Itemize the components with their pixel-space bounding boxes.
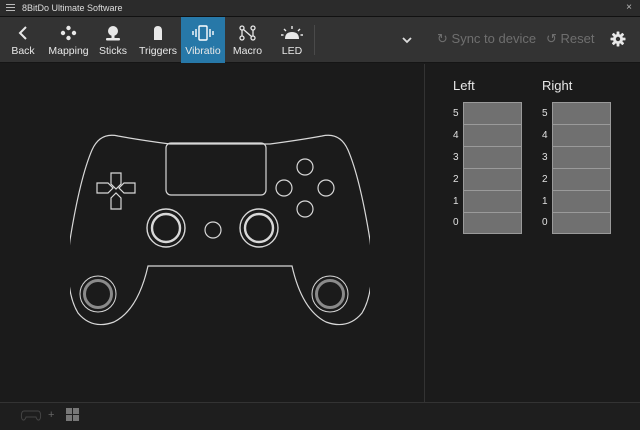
- slider-step: [464, 168, 521, 169]
- home-button: [204, 221, 222, 239]
- right-level-5: 5: [542, 108, 548, 119]
- left-level-1: 1: [453, 196, 459, 207]
- right-level-2: 2: [542, 174, 548, 185]
- slider-step: [553, 168, 610, 169]
- left-level-0: 0: [453, 217, 459, 228]
- slider-step: [464, 190, 521, 191]
- sync-to-device-button[interactable]: ↻ Sync to device: [437, 31, 536, 47]
- tab-triggers-label: Triggers: [138, 45, 178, 57]
- left-level-4: 4: [453, 130, 459, 141]
- right-level-4: 4: [542, 130, 548, 141]
- joystick-icon: [106, 26, 120, 41]
- tab-led[interactable]: LED: [270, 17, 314, 63]
- panel-divider: [424, 64, 425, 402]
- back-label: Back: [11, 45, 35, 57]
- left-level-3: 3: [453, 152, 459, 163]
- reset-icon: ↺: [546, 31, 557, 46]
- tab-macro-label: Macro: [232, 45, 263, 57]
- right-motor-heading: Right: [542, 78, 573, 93]
- tab-triggers[interactable]: Triggers: [135, 17, 181, 63]
- slider-step: [553, 124, 610, 125]
- left-level-2: 2: [453, 174, 459, 185]
- bottom-status-bar: +: [0, 402, 640, 430]
- left-vibration-slider[interactable]: [463, 102, 522, 234]
- toolbar: Back Mapping Sticks Triggers Vibratio Ma…: [0, 17, 640, 63]
- tab-mapping[interactable]: Mapping: [46, 17, 91, 63]
- tab-led-label: LED: [281, 45, 303, 57]
- tab-vibration[interactable]: Vibratio: [181, 17, 225, 63]
- controller-illustration: [70, 134, 370, 326]
- slider-step: [464, 212, 521, 213]
- chevron-left-icon: [18, 26, 27, 40]
- right-vibration-slider[interactable]: [552, 102, 611, 234]
- right-level-3: 3: [542, 152, 548, 163]
- left-level-5: 5: [453, 108, 459, 119]
- reset-button[interactable]: ↺ Reset: [546, 31, 595, 47]
- chevron-down-icon[interactable]: [400, 34, 414, 46]
- slider-step: [464, 146, 521, 147]
- touchpad: [165, 142, 267, 196]
- tab-macro[interactable]: Macro: [225, 17, 270, 63]
- right-level-1: 1: [542, 196, 548, 207]
- slider-step: [553, 190, 610, 191]
- plus-separator: +: [48, 409, 55, 421]
- left-motor-heading: Left: [453, 78, 475, 93]
- sync-icon: ↻: [437, 31, 448, 46]
- controller-outline: [70, 134, 370, 326]
- led-icon: [281, 26, 303, 39]
- dpad: [96, 172, 136, 210]
- toolbar-separator: [314, 25, 315, 55]
- slider-step: [553, 146, 610, 147]
- controller-icon: [20, 410, 42, 421]
- window-title: 8BitDo Ultimate Software: [22, 3, 123, 13]
- tab-sticks-label: Sticks: [98, 45, 127, 57]
- macro-icon: [239, 25, 256, 41]
- dpad-dots-icon: [60, 25, 77, 41]
- face-buttons: [275, 158, 335, 218]
- sync-label: Sync to device: [451, 31, 537, 46]
- windows-icon: [66, 408, 79, 421]
- right-level-0: 0: [542, 217, 548, 228]
- menu-icon[interactable]: [6, 4, 15, 12]
- slider-step: [553, 212, 610, 213]
- tab-sticks[interactable]: Sticks: [91, 17, 135, 63]
- title-bar: 8BitDo Ultimate Software ×: [0, 0, 640, 17]
- close-button[interactable]: ×: [626, 2, 632, 13]
- tab-mapping-label: Mapping: [48, 45, 89, 57]
- trigger-icon: [154, 26, 162, 40]
- vibration-icon: [192, 25, 214, 41]
- back-button[interactable]: Back: [0, 17, 46, 63]
- tab-vibration-label: Vibratio: [185, 45, 221, 57]
- reset-label: Reset: [560, 31, 595, 46]
- gear-icon[interactable]: [610, 31, 626, 47]
- slider-step: [464, 124, 521, 125]
